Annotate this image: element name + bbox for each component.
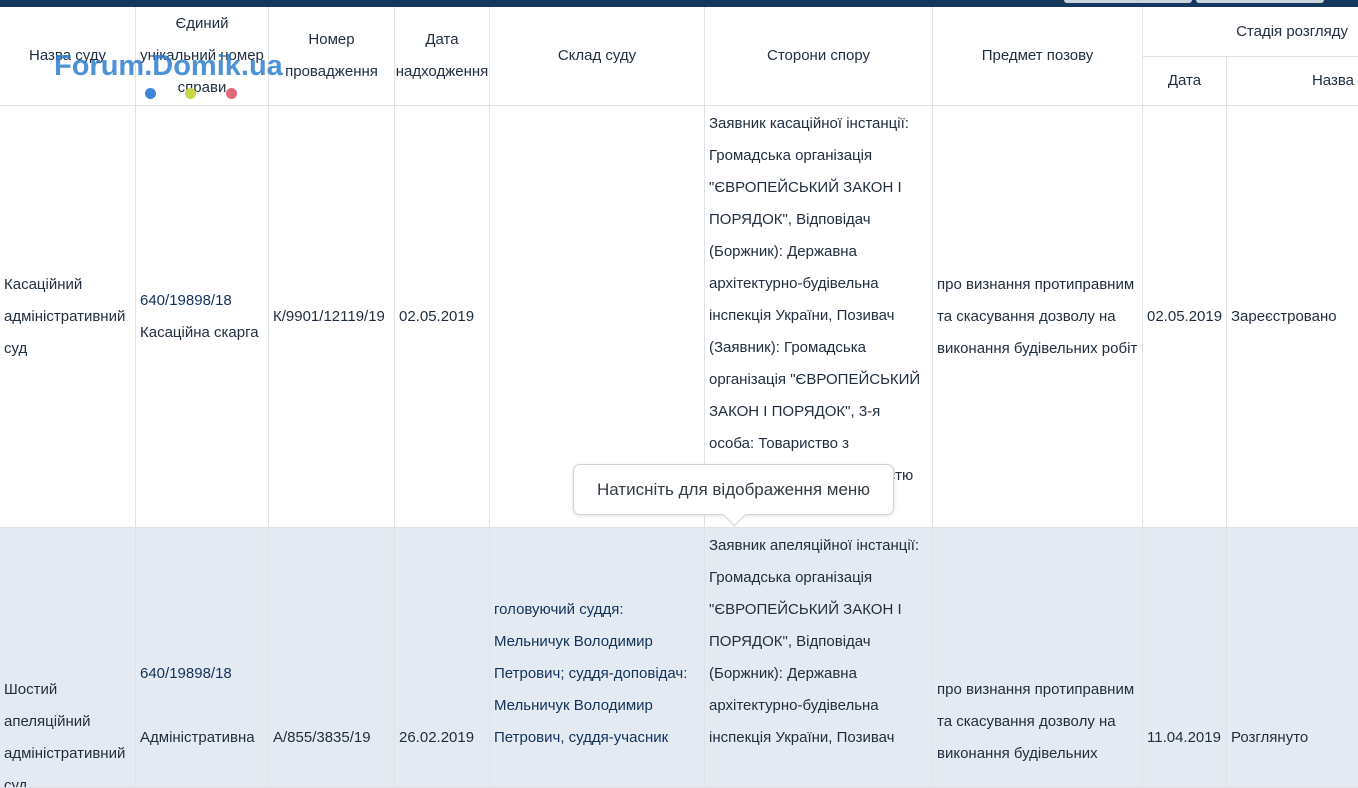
forum-domik-watermark: Forum.Domik.ua xyxy=(54,50,283,83)
watermark-dot-blue xyxy=(145,88,156,99)
table-row-2-parties[interactable]: Заявник апеляційної інстанції: Громадськ… xyxy=(705,528,933,788)
court-name: Касаційний адміністративний суд xyxy=(4,275,126,357)
court-composition: головуючий суддя: Мельничук Володимир Пе… xyxy=(494,601,688,746)
table-row-2-proceeding[interactable]: А/855/3835/19 xyxy=(269,528,395,788)
table-row-1-received[interactable]: 02.05.2019 xyxy=(395,106,490,528)
menu-tooltip: Натисніть для відображення меню xyxy=(573,464,894,527)
table-row-1-subject[interactable]: про визнання протиправним та скасування … xyxy=(933,106,1143,528)
table-row-1-proceeding[interactable]: К/9901/12119/19 xyxy=(269,106,395,528)
subject-text: про визнання протиправним та скасування … xyxy=(937,275,1138,357)
case-info: 640/19898/18 Касаційна скарга xyxy=(140,285,259,349)
header-subject-label: Предмет позову xyxy=(981,47,1094,64)
header-proceeding[interactable]: Номер провадження xyxy=(269,7,395,106)
table-row-2-received[interactable]: 26.02.2019 xyxy=(395,528,490,788)
case-info: 640/19898/18 Адміністративна xyxy=(140,658,255,754)
stage-name: Зареєстровано xyxy=(1231,307,1337,325)
proceeding-number: А/855/3835/19 xyxy=(273,729,371,746)
table-row-1-court[interactable]: Касаційний адміністративний суд xyxy=(0,106,136,528)
header-received-label: Дата надходження xyxy=(395,31,489,80)
header-stage-label: Стадія розгляду xyxy=(1236,22,1348,40)
table-row-1-case[interactable]: 640/19898/18 Касаційна скарга xyxy=(136,106,269,528)
parties-text: Заявник апеляційної інстанції: Громадськ… xyxy=(709,537,920,746)
watermark-dot-yellow xyxy=(185,88,196,99)
header-proceeding-label: Номер провадження xyxy=(285,31,378,80)
case-type: Адміністративна xyxy=(140,729,255,746)
table-row-2-court[interactable]: Шостий апеляційний адміністративний суд xyxy=(0,528,136,788)
court-name: Шостий апеляційний адміністративний суд xyxy=(4,681,126,788)
table-row-1-stage-name[interactable]: Зареєстровано xyxy=(1227,106,1358,528)
header-stage-name-label: Назва xyxy=(1311,72,1354,89)
received-date: 26.02.2019 xyxy=(399,729,475,746)
table-row-2-case[interactable]: 640/19898/18 Адміністративна xyxy=(136,528,269,788)
header-stage-name[interactable]: Назва xyxy=(1227,57,1358,106)
proceeding-number: К/9901/12119/19 xyxy=(273,307,385,325)
table-row-2-subject[interactable]: про визнання протиправним та скасування … xyxy=(933,528,1143,788)
table-row-2-composition[interactable]: головуючий суддя: Мельничук Володимир Пе… xyxy=(490,528,705,788)
watermark-text: Forum.Domik.ua xyxy=(54,50,283,82)
case-type: Касаційна скарга xyxy=(140,323,259,341)
parties-text: Заявник касаційної інстанції: Громадська… xyxy=(709,115,921,516)
case-number-link[interactable]: 640/19898/18 xyxy=(140,658,255,690)
header-subject[interactable]: Предмет позову xyxy=(933,7,1143,106)
header-received[interactable]: Дата надходження xyxy=(395,7,490,106)
case-number-link[interactable]: 640/19898/18 xyxy=(140,285,259,317)
header-composition-label: Склад суду xyxy=(557,47,637,64)
top-bar-button[interactable] xyxy=(1064,0,1192,3)
stage-name: Розглянуто xyxy=(1231,729,1309,746)
table-row-2-stage-date[interactable]: 11.04.2019 xyxy=(1143,528,1227,788)
stage-date: 02.05.2019 xyxy=(1147,307,1223,325)
header-parties-label: Сторони спору xyxy=(766,47,871,64)
top-navigation-bar xyxy=(0,0,1358,7)
top-bar-button[interactable] xyxy=(1196,0,1324,3)
received-date: 02.05.2019 xyxy=(399,307,475,325)
header-stage-date[interactable]: Дата xyxy=(1143,57,1227,106)
header-stage-date-label: Дата xyxy=(1167,72,1202,89)
header-stage[interactable]: Стадія розгляду xyxy=(1143,7,1358,57)
subject-text: про визнання протиправним та скасування … xyxy=(937,681,1135,762)
table-row-2-stage-name[interactable]: Розглянуто xyxy=(1227,528,1358,788)
header-parties[interactable]: Сторони спору xyxy=(705,7,933,106)
watermark-dot-red xyxy=(226,88,237,99)
stage-date: 11.04.2019 xyxy=(1147,729,1221,746)
tooltip-text: Натисніть для відображення меню xyxy=(596,479,871,499)
table-row-1-stage-date[interactable]: 02.05.2019 xyxy=(1143,106,1227,528)
header-composition[interactable]: Склад суду xyxy=(490,7,705,106)
